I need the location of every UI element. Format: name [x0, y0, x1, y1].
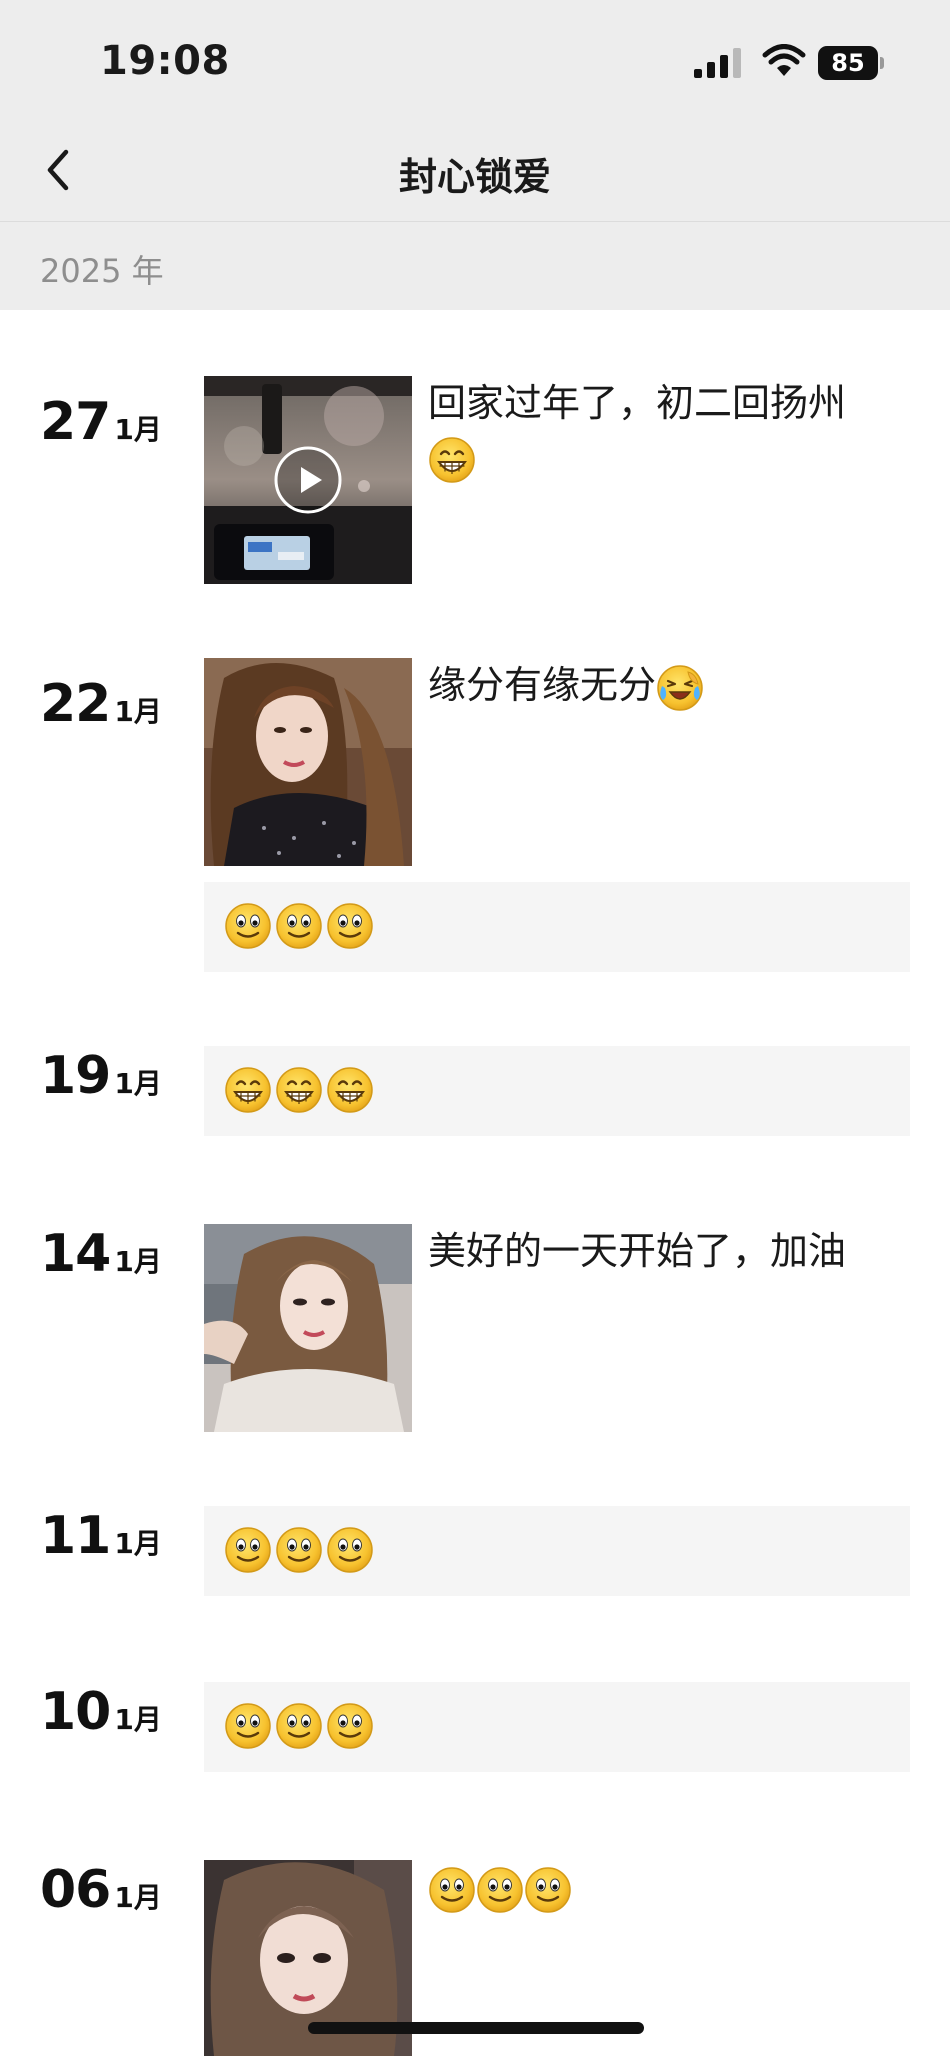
text-post-card[interactable]: [204, 882, 910, 972]
post-date: 27 1月: [40, 392, 162, 452]
wifi-icon: [762, 44, 806, 76]
post-month: 1月: [114, 1881, 162, 1914]
post-day: 22: [40, 674, 111, 734]
home-indicator: [308, 2022, 644, 2034]
smile-emoji-icon: [428, 1866, 476, 1914]
battery-level: 85: [818, 46, 878, 80]
portrait-photo-image: [204, 1224, 412, 1432]
text-post-card[interactable]: [204, 1046, 910, 1136]
post-text: 缘分有缘无分: [428, 658, 898, 712]
post-day: 14: [40, 1224, 111, 1284]
post-text-content: 美好的一天开始了，加油: [428, 1229, 847, 1273]
post-month: 1月: [114, 1067, 162, 1100]
post-text-content: 回家过年了，初二回扬州: [428, 381, 847, 425]
cry-laugh-emoji-icon: [656, 664, 704, 712]
smile-emoji-icon: [224, 1702, 272, 1750]
page-title: 封心锁爱: [398, 155, 551, 199]
smile-emoji-icon: [275, 1526, 323, 1574]
smile-emoji-icon: [476, 1866, 524, 1914]
smile-emoji-icon: [326, 1702, 374, 1750]
smile-emoji-icon: [224, 902, 272, 950]
battery-icon: 85: [818, 46, 884, 80]
post-text: 回家过年了，初二回扬州: [428, 376, 898, 484]
video-thumbnail[interactable]: [204, 376, 412, 584]
photo-thumbnail[interactable]: [204, 658, 412, 866]
post-day: 06: [40, 1860, 111, 1920]
text-post-card[interactable]: [204, 1682, 910, 1772]
text-post-card[interactable]: [204, 1506, 910, 1596]
grin-emoji-icon: [275, 1066, 323, 1114]
post-day: 10: [40, 1682, 111, 1742]
smile-emoji-icon: [224, 1526, 272, 1574]
grin-emoji-icon: [428, 436, 476, 484]
photo-thumbnail[interactable]: [204, 1224, 412, 1432]
post-date: 22 1月: [40, 674, 162, 734]
post-month: 1月: [114, 413, 162, 446]
post-text: 美好的一天开始了，加油: [428, 1224, 898, 1278]
year-label: 2025 年: [40, 252, 164, 290]
smile-emoji-icon: [275, 1702, 323, 1750]
post-date: 11 1月: [40, 1506, 162, 1566]
year-section-header: 2025 年: [0, 222, 950, 310]
play-icon[interactable]: [273, 445, 343, 515]
post-month: 1月: [114, 1245, 162, 1278]
signal-strength-icon: [694, 48, 741, 78]
nav-bar: 封心锁爱: [0, 118, 950, 222]
portrait-photo-image: [204, 658, 412, 866]
post-day: 19: [40, 1046, 111, 1106]
smile-emoji-icon: [326, 1526, 374, 1574]
post-date: 06 1月: [40, 1860, 162, 1920]
grin-emoji-icon: [326, 1066, 374, 1114]
emoji-row: [224, 1526, 374, 1576]
post-month: 1月: [114, 695, 162, 728]
post-date: 19 1月: [40, 1046, 162, 1106]
grin-emoji-icon: [224, 1066, 272, 1114]
emoji-row: [224, 1702, 374, 1752]
emoji-row: [224, 902, 374, 952]
post-day: 27: [40, 392, 111, 452]
post-date: 14 1月: [40, 1224, 162, 1284]
smile-emoji-icon: [524, 1866, 572, 1914]
post-day: 11: [40, 1506, 111, 1566]
post-date: 10 1月: [40, 1682, 162, 1742]
battery-cap: [880, 57, 884, 69]
status-bar: 19:08 85: [0, 0, 950, 118]
status-time: 19:08: [100, 38, 230, 84]
post-month: 1月: [114, 1527, 162, 1560]
post-text-content: 缘分有缘无分: [428, 663, 657, 707]
smile-emoji-icon: [275, 902, 323, 950]
post-text: [428, 1860, 898, 1914]
smile-emoji-icon: [326, 902, 374, 950]
post-month: 1月: [114, 1703, 162, 1736]
emoji-row: [224, 1066, 374, 1116]
